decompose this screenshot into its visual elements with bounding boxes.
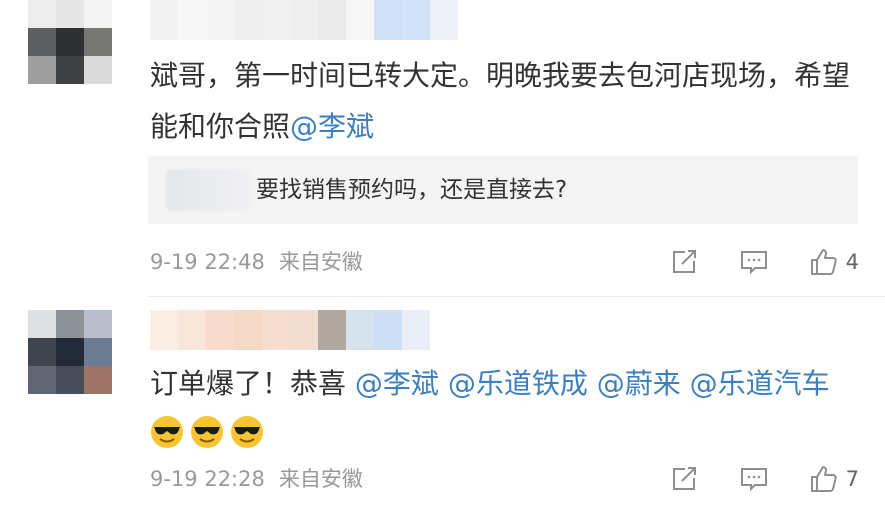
reply-text: 要找销售预约吗，还是直接去? <box>256 177 568 203</box>
like-button[interactable]: 4 <box>808 246 859 278</box>
avatar-pixel <box>56 28 84 56</box>
comment-text: 订单爆了！恭喜 @李斌 @乐道铁成 @蔚来 @乐道汽车 <box>150 358 850 460</box>
comment-button[interactable] <box>738 463 770 495</box>
username-pixel <box>178 310 206 350</box>
username-pixel <box>178 0 206 40</box>
comment-button[interactable] <box>738 246 770 278</box>
username-pixel <box>346 310 374 350</box>
avatar-pixel <box>28 310 56 338</box>
mention-link[interactable]: @蔚来 <box>597 367 681 400</box>
mention-link[interactable]: @李斌 <box>290 110 374 143</box>
username-pixel <box>290 0 318 40</box>
username-blurred[interactable] <box>150 310 430 350</box>
cool-face-emoji <box>230 414 264 448</box>
location: 来自安徽 <box>278 467 363 491</box>
thumbs-up-icon <box>810 249 837 275</box>
username-pixel <box>346 0 374 40</box>
comment-meta: 9-19 22:28 来自安徽 <box>150 463 363 495</box>
username-pixel <box>262 0 290 40</box>
avatar-pixel <box>56 366 84 394</box>
avatar[interactable] <box>28 0 112 84</box>
avatar-pixel <box>28 56 56 84</box>
username-pixel <box>150 0 178 40</box>
mention-link[interactable]: @李斌 <box>355 367 439 400</box>
mention-link[interactable]: @乐道铁成 <box>448 367 588 400</box>
comment-body: 订单爆了！恭喜 <box>150 367 355 400</box>
username-pixel <box>206 0 234 40</box>
username-pixel <box>262 310 290 350</box>
mention-link[interactable]: @乐道汽车 <box>690 367 830 400</box>
avatar-pixel <box>84 338 112 366</box>
cool-face-emoji <box>190 414 224 448</box>
avatar-pixel <box>84 366 112 394</box>
avatar-pixel <box>84 28 112 56</box>
timestamp: 9-19 22:28 <box>150 467 265 491</box>
username-pixel <box>234 310 262 350</box>
share-button[interactable] <box>668 463 700 495</box>
comment-item: 斌哥，第一时间已转大定。明晚我要去包河店现场，希望能和你合照@李斌 要找销售预约… <box>0 0 885 296</box>
username-pixel <box>402 310 430 350</box>
comment-icon <box>740 251 767 275</box>
comment-actions: 4 <box>630 242 859 282</box>
like-count: 4 <box>845 250 859 274</box>
username-pixel <box>150 310 178 350</box>
comment-actions: 7 <box>630 459 859 499</box>
avatar[interactable] <box>28 310 112 394</box>
share-icon <box>672 467 696 490</box>
username-pixel <box>290 310 318 350</box>
username-pixel <box>234 0 262 40</box>
username-pixel <box>430 0 458 40</box>
comment-meta: 9-19 22:48 来自安徽 <box>150 246 363 278</box>
share-icon <box>672 250 696 273</box>
like-count: 7 <box>845 467 859 491</box>
avatar-pixel <box>56 0 84 28</box>
username-pixel <box>402 0 430 40</box>
avatar-pixel <box>28 28 56 56</box>
username-pixel <box>206 310 234 350</box>
avatar-pixel <box>28 366 56 394</box>
reply-username-blurred <box>166 169 250 211</box>
username-blurred[interactable] <box>150 0 458 40</box>
avatar-pixel <box>84 310 112 338</box>
cool-face-emoji <box>150 414 184 448</box>
avatar-pixel <box>28 338 56 366</box>
location: 来自安徽 <box>278 250 363 274</box>
comment-text: 斌哥，第一时间已转大定。明晚我要去包河店现场，希望能和你合照@李斌 <box>150 50 850 152</box>
share-button[interactable] <box>668 246 700 278</box>
username-pixel <box>374 0 402 40</box>
avatar-pixel <box>84 56 112 84</box>
comment-icon <box>740 468 767 492</box>
thumbs-up-icon <box>810 466 837 492</box>
avatar-pixel <box>28 0 56 28</box>
username-pixel <box>318 310 346 350</box>
reply-preview[interactable]: 要找销售预约吗，还是直接去? <box>148 156 858 224</box>
username-pixel <box>318 0 346 40</box>
comment-body: 斌哥，第一时间已转大定。明晚我要去包河店现场，希望能和你合照 <box>150 59 851 143</box>
avatar-pixel <box>56 338 84 366</box>
like-button[interactable]: 7 <box>808 463 859 495</box>
timestamp: 9-19 22:48 <box>150 250 265 274</box>
avatar-pixel <box>84 0 112 28</box>
avatar-pixel <box>56 56 84 84</box>
username-pixel <box>374 310 402 350</box>
avatar-pixel <box>56 310 84 338</box>
